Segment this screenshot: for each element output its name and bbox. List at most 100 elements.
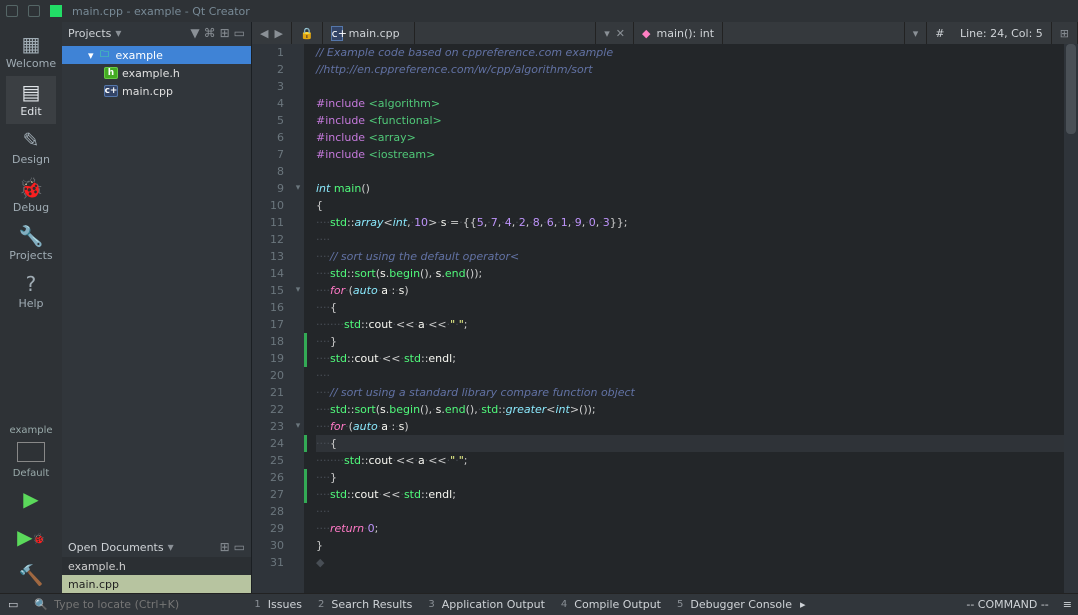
tree-item[interactable]: ▾ 🗀 example bbox=[62, 46, 251, 64]
header-file-icon: h bbox=[104, 67, 118, 79]
mode-label: Help bbox=[18, 297, 43, 310]
close-sidebar-button[interactable]: ▭ bbox=[0, 594, 26, 615]
scrollbar-thumb[interactable] bbox=[1066, 44, 1076, 134]
dropdown-icon[interactable]: ▾ bbox=[115, 26, 121, 40]
line-number-gutter[interactable]: 1234567891011121314151617181920212223242… bbox=[252, 44, 292, 593]
output-menu-icon[interactable]: ≡ bbox=[1057, 598, 1078, 611]
project-tree[interactable]: ▾ 🗀 example h example.h c+ main.cpp bbox=[62, 44, 251, 102]
mode-help[interactable]: ? Help bbox=[6, 268, 56, 316]
open-doc-item[interactable]: example.h bbox=[62, 557, 251, 575]
pane-label: Issues bbox=[268, 598, 302, 611]
pane-label: Debugger Console bbox=[690, 598, 792, 611]
line-col-indicator[interactable]: # Line: 24, Col: 5 bbox=[927, 22, 1052, 44]
hash-label: # bbox=[935, 27, 944, 40]
qt-logo-icon bbox=[50, 5, 62, 17]
tree-item-label: example.h bbox=[122, 67, 180, 80]
tree-item-label: main.cpp bbox=[122, 85, 173, 98]
vim-mode-label: -- COMMAND -- bbox=[958, 598, 1056, 611]
kit-config[interactable]: Default bbox=[13, 468, 50, 479]
help-icon: ? bbox=[26, 274, 37, 294]
pane-label: Compile Output bbox=[574, 598, 661, 611]
file-selector[interactable]: c+ main.cpp bbox=[323, 22, 415, 44]
vertical-scrollbar[interactable] bbox=[1064, 44, 1078, 593]
tree-item[interactable]: h example.h bbox=[62, 64, 251, 82]
run-button[interactable]: ▶ bbox=[23, 481, 38, 517]
open-docs-label[interactable]: Open Documents bbox=[68, 541, 164, 554]
wrench-icon: 🔧 bbox=[19, 226, 44, 246]
symbol-selector[interactable]: ◆ main(): int bbox=[634, 22, 723, 44]
grid-icon: ▦ bbox=[22, 34, 41, 54]
split-add-icon[interactable]: ⊞ bbox=[220, 26, 230, 40]
symbol-dropdown-icon[interactable]: ▾ bbox=[913, 27, 919, 40]
navigator-pane: Projects ▾ ▼ ⌘ ⊞ ▭ ▾🗀examplehexample.hc+… bbox=[62, 22, 252, 593]
search-icon: 🔍 bbox=[34, 598, 48, 611]
pane-number: 3 bbox=[428, 599, 434, 610]
file-dropdown-icon[interactable]: ▾ bbox=[604, 27, 610, 40]
mode-label: Projects bbox=[9, 249, 52, 262]
mode-projects[interactable]: 🔧 Projects bbox=[6, 220, 56, 268]
cpp-file-icon: c+ bbox=[104, 85, 118, 97]
cpp-file-icon: c+ bbox=[331, 26, 343, 41]
output-pane-application-output[interactable]: 3Application Output bbox=[420, 598, 553, 611]
locator[interactable]: 🔍 bbox=[26, 598, 246, 611]
locator-input[interactable] bbox=[54, 598, 224, 611]
mode-edit[interactable]: ▤ Edit bbox=[6, 76, 56, 124]
doc-icon: ▤ bbox=[22, 82, 41, 102]
chevron-down-icon: ▾ bbox=[88, 49, 94, 62]
projects-header-label[interactable]: Projects bbox=[68, 27, 111, 40]
code-editor[interactable]: // Example code based on cppreference.co… bbox=[310, 44, 1064, 593]
fold-column[interactable]: ▾▾▾ bbox=[292, 44, 304, 593]
output-pane-compile-output[interactable]: 4 Compile Output bbox=[553, 598, 669, 611]
debug-run-button[interactable]: ▶🐞 bbox=[17, 519, 45, 555]
editor-toolbar: ◀▶ 🔒 c+ main.cpp ▾✕ ◆ main(): int ▾ # Li bbox=[252, 22, 1078, 44]
panel-close-icon[interactable]: ▭ bbox=[234, 540, 245, 554]
tree-item-label: example bbox=[116, 49, 163, 62]
output-pane-issues[interactable]: 1 Issues bbox=[246, 598, 310, 611]
filter-icon[interactable]: ▼ bbox=[190, 26, 199, 40]
split-editor-icon[interactable]: ⊞ bbox=[1060, 27, 1069, 40]
build-button[interactable]: 🔨 bbox=[19, 557, 44, 593]
symbol-icon: ◆ bbox=[642, 27, 650, 40]
editor-area: ◀▶ 🔒 c+ main.cpp ▾✕ ◆ main(): int ▾ # Li bbox=[252, 22, 1078, 593]
nav-back-forward[interactable]: ◀▶ bbox=[252, 22, 292, 44]
dropdown-icon[interactable]: ▾ bbox=[168, 540, 174, 554]
tree-item[interactable]: c+ main.cpp bbox=[62, 82, 251, 100]
mode-debug[interactable]: 🐞Debug bbox=[6, 172, 56, 220]
close-doc-icon[interactable]: ✕ bbox=[616, 27, 625, 40]
open-docs-header: Open Documents ▾ ⊞ ▭ bbox=[62, 537, 251, 557]
window-title: main.cpp - example - Qt Creator bbox=[72, 5, 250, 18]
pane-number: 2 bbox=[318, 599, 324, 610]
window-titlebar: main.cpp - example - Qt Creator bbox=[0, 0, 1078, 22]
panel-close-icon[interactable]: ▭ bbox=[234, 26, 245, 40]
projects-header: Projects ▾ ▼ ⌘ ⊞ ▭ bbox=[62, 22, 251, 44]
nav-back-icon[interactable]: ◀ bbox=[260, 27, 268, 40]
output-pane-search-results[interactable]: 2 Search Results bbox=[310, 598, 420, 611]
mode-welcome[interactable]: ▦ Welcome bbox=[6, 28, 56, 76]
nav-fwd-icon[interactable]: ▶ bbox=[274, 27, 282, 40]
open-docs-list[interactable]: example.hmain.cpp bbox=[62, 557, 251, 593]
output-pane-debugger-console[interactable]: 5 Debugger Console bbox=[669, 598, 800, 611]
mode-label: Edit bbox=[20, 105, 41, 118]
kit-name[interactable]: example bbox=[9, 425, 52, 436]
mode-sidebar: ▦ Welcome ▤ Edit ✎Design🐞Debug 🔧 Projects? Help… bbox=[0, 22, 62, 593]
pane-number: 1 bbox=[254, 599, 260, 610]
bottom-bar: ▭ 🔍 1 Issues 2 Search Results 3Application O… bbox=[0, 593, 1078, 615]
mode-label: Welcome bbox=[6, 57, 56, 70]
pane-number: 4 bbox=[561, 599, 567, 610]
folder-icon: 🗀 bbox=[98, 49, 112, 61]
current-file-label: main.cpp bbox=[349, 27, 400, 40]
pane-label: Search Results bbox=[331, 598, 412, 611]
pencil-icon: ✎ bbox=[23, 130, 40, 150]
mode-design[interactable]: ✎Design bbox=[6, 124, 56, 172]
lock-icon[interactable]: 🔒 bbox=[300, 27, 314, 40]
win-minimize-icon[interactable] bbox=[6, 5, 18, 17]
more-panes-icon[interactable]: ▸ bbox=[800, 598, 806, 611]
split-add-icon[interactable]: ⊞ bbox=[220, 540, 230, 554]
mode-label: Debug bbox=[13, 201, 49, 214]
win-maximize-icon[interactable] bbox=[28, 5, 40, 17]
pane-number: 5 bbox=[677, 599, 683, 610]
open-doc-item[interactable]: main.cpp bbox=[62, 575, 251, 593]
target-selector-icon[interactable] bbox=[17, 442, 45, 462]
link-icon[interactable]: ⌘ bbox=[204, 26, 216, 40]
line-col-label: Line: 24, Col: 5 bbox=[960, 27, 1043, 40]
